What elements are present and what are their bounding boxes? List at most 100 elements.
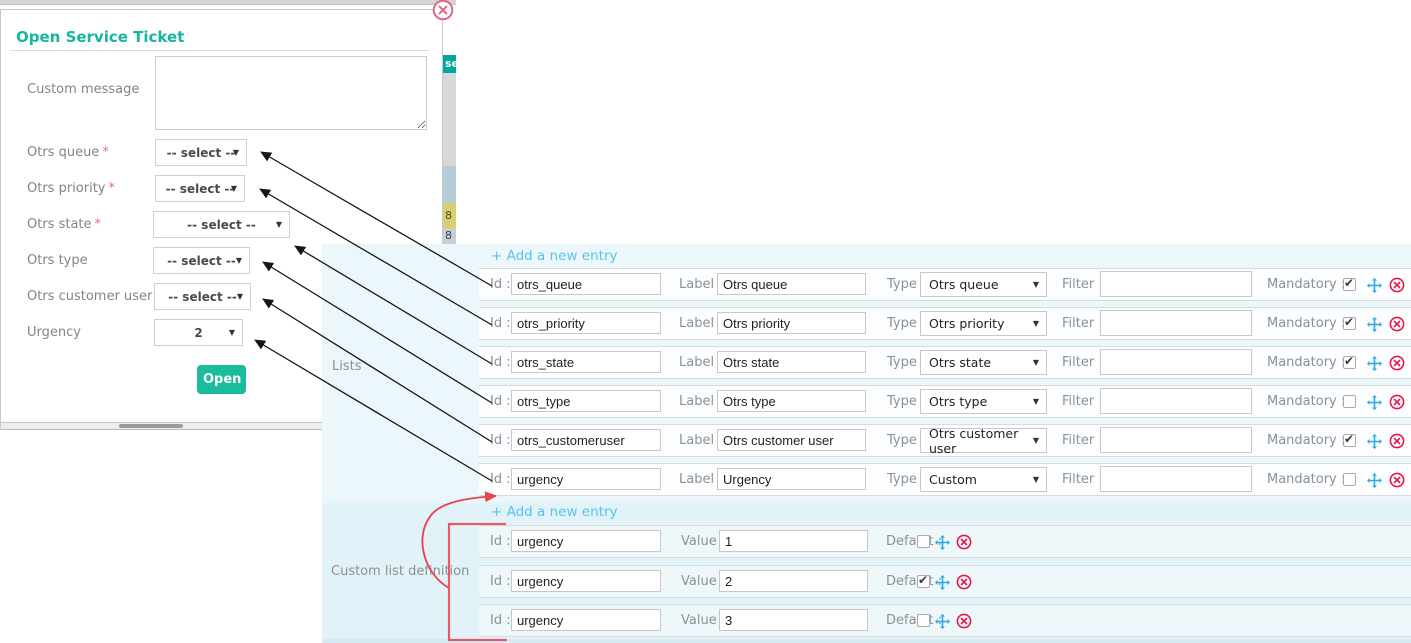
background-table-cell: 8: [443, 228, 456, 244]
filter-input[interactable]: [1100, 271, 1252, 297]
mandatory-checkbox[interactable]: [1343, 395, 1356, 408]
filter-input[interactable]: [1100, 310, 1252, 336]
id-input[interactable]: [511, 273, 661, 295]
id-input[interactable]: [511, 312, 661, 334]
mandatory-label: Mandatory :: [1267, 464, 1345, 495]
background-window-topbar: [0, 0, 456, 5]
background-table-cell: [443, 73, 456, 166]
delete-icon[interactable]: [1389, 277, 1406, 294]
filter-label: Filter :: [1062, 464, 1103, 495]
move-icon[interactable]: [934, 574, 951, 591]
chevron-down-icon: ▼: [236, 256, 242, 265]
type-select[interactable]: Otrs state▼: [920, 350, 1047, 375]
list-row: Id : Label : Type : Otrs type▼ Filter : …: [479, 385, 1411, 418]
move-icon[interactable]: [1366, 316, 1383, 333]
filter-label: Filter :: [1062, 425, 1103, 456]
type-select[interactable]: Otrs customer user▼: [920, 428, 1047, 453]
mandatory-checkbox[interactable]: [1343, 317, 1356, 330]
default-checkbox[interactable]: [917, 614, 930, 627]
type-select[interactable]: Custom▼: [920, 467, 1047, 492]
add-entry-link[interactable]: + Add a new entry: [491, 248, 617, 264]
mandatory-checkbox[interactable]: [1343, 473, 1356, 486]
move-icon[interactable]: [1366, 433, 1383, 450]
value-input[interactable]: [719, 570, 868, 592]
id-input[interactable]: [511, 429, 661, 451]
delete-icon[interactable]: [956, 574, 973, 591]
delete-icon[interactable]: [1389, 394, 1406, 411]
custom-message-label: Custom message: [27, 82, 139, 97]
id-input[interactable]: [511, 468, 661, 490]
close-icon[interactable]: [432, 0, 454, 21]
filter-label: Filter :: [1062, 386, 1103, 417]
mandatory-label: Mandatory :: [1267, 386, 1345, 417]
delete-icon[interactable]: [1389, 316, 1406, 333]
delete-icon[interactable]: [1389, 355, 1406, 372]
custom-list-row: Id : Value : Default :: [479, 604, 1411, 637]
delete-icon[interactable]: [1389, 472, 1406, 489]
mandatory-checkbox[interactable]: [1343, 278, 1356, 291]
id-label: Id :: [490, 386, 511, 417]
id-input[interactable]: [511, 570, 661, 592]
label-input[interactable]: [717, 351, 866, 373]
scrollbar-thumb[interactable]: [119, 424, 183, 428]
chevron-down-icon: ▼: [1033, 397, 1039, 406]
mandatory-checkbox[interactable]: [1343, 434, 1356, 447]
id-input[interactable]: [511, 609, 661, 631]
id-label: Id :: [490, 605, 511, 636]
delete-icon[interactable]: [956, 534, 973, 551]
default-checkbox[interactable]: [917, 535, 930, 548]
chevron-down-icon: ▼: [237, 292, 243, 301]
custom-message-textarea[interactable]: [155, 56, 427, 130]
page: se 8 8 Open Service Ticket Custom messag…: [0, 0, 1411, 643]
filter-input[interactable]: [1100, 388, 1252, 414]
label-input[interactable]: [717, 468, 866, 490]
move-icon[interactable]: [1366, 472, 1383, 489]
value-input[interactable]: [719, 609, 868, 631]
type-select[interactable]: Otrs priority▼: [920, 311, 1047, 336]
list-row: Id : Label : Type : Otrs state▼ Filter :…: [479, 346, 1411, 379]
horizontal-scrollbar[interactable]: [1, 422, 326, 430]
label-input[interactable]: [717, 390, 866, 412]
delete-icon[interactable]: [956, 613, 973, 630]
type-select[interactable]: Otrs type▼: [920, 389, 1047, 414]
otrs-queue-label: Otrs queue*: [27, 145, 109, 160]
add-entry-link[interactable]: + Add a new entry: [491, 504, 617, 520]
id-input[interactable]: [511, 390, 661, 412]
type-select[interactable]: Otrs queue▼: [920, 272, 1047, 297]
label-input[interactable]: [717, 429, 866, 451]
id-label: Id :: [490, 269, 511, 300]
otrs-state-select[interactable]: -- select --▼: [153, 211, 290, 238]
chevron-down-icon: ▼: [1033, 319, 1039, 328]
filter-input[interactable]: [1100, 427, 1252, 453]
label-input[interactable]: [717, 312, 866, 334]
chevron-down-icon: ▼: [1033, 475, 1039, 484]
open-button[interactable]: Open: [197, 365, 246, 394]
otrs-queue-select[interactable]: -- select --▼: [155, 139, 247, 166]
value-input[interactable]: [719, 530, 868, 552]
label-input[interactable]: [717, 273, 866, 295]
delete-icon[interactable]: [1389, 433, 1406, 450]
move-icon[interactable]: [1366, 355, 1383, 372]
filter-label: Filter :: [1062, 308, 1103, 339]
lists-section-label: Lists: [332, 359, 362, 374]
id-input[interactable]: [511, 351, 661, 373]
mandatory-label: Mandatory :: [1267, 308, 1345, 339]
chevron-down-icon: ▼: [1033, 436, 1039, 445]
urgency-select[interactable]: 2▼: [154, 319, 243, 346]
filter-input[interactable]: [1100, 466, 1252, 492]
default-checkbox[interactable]: [917, 575, 930, 588]
otrs-priority-select[interactable]: -- select --▼: [155, 175, 245, 202]
move-icon[interactable]: [1366, 277, 1383, 294]
id-input[interactable]: [511, 530, 661, 552]
chevron-down-icon: ▼: [1033, 358, 1039, 367]
otrs-priority-label: Otrs priority*: [27, 181, 115, 196]
move-icon[interactable]: [1366, 394, 1383, 411]
filter-input[interactable]: [1100, 349, 1252, 375]
mandatory-checkbox[interactable]: [1343, 356, 1356, 369]
move-icon[interactable]: [934, 534, 951, 551]
chevron-down-icon: ▼: [276, 220, 282, 229]
otrs-type-select[interactable]: -- select --▼: [153, 247, 250, 274]
background-table-cell: [443, 166, 456, 203]
move-icon[interactable]: [934, 613, 951, 630]
otrs-customer-user-select[interactable]: -- select --▼: [154, 283, 251, 310]
